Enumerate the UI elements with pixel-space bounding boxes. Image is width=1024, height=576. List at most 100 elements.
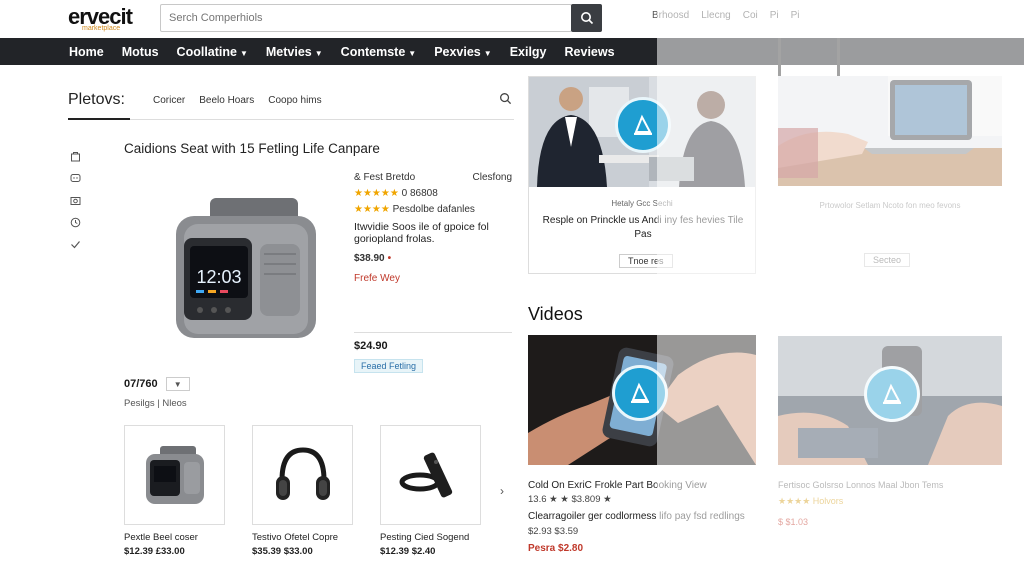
video-sale-price[interactable]: $ $1.03 — [778, 517, 1002, 527]
divider — [354, 332, 512, 333]
product-title: Caidions Seat with 15 Fetling Life Canpa… — [124, 141, 380, 156]
video-thumbnail[interactable] — [778, 336, 1002, 465]
product-shipping-note[interactable]: Frefe Wey — [354, 273, 512, 284]
camera-icon[interactable] — [68, 194, 82, 207]
logo-tagline: marketplace — [82, 25, 121, 32]
quantity-value: 07/760 — [124, 378, 158, 390]
side-toolbar — [68, 150, 82, 251]
cart-icon[interactable] — [68, 150, 82, 163]
related-product-image[interactable] — [124, 425, 225, 525]
top-link-5[interactable]: Pi — [791, 10, 800, 21]
related-products: Pextle Beel coser $12.39 £33.00 Testivo … — [124, 425, 481, 557]
video-info: Cold On ExriC Frokle Part Booking View 1… — [528, 480, 760, 557]
product-screen-text: 12:03 — [196, 267, 241, 287]
section-link-2[interactable]: Beelo Hoars — [199, 95, 254, 106]
article-caption: Prtowolor Setlam Ncoto fon meo fevons — [819, 201, 961, 210]
video-price: $2.93 $3.59 — [528, 526, 579, 537]
video-sale-price[interactable]: Pesra $2.80 — [528, 543, 760, 554]
related-product-card[interactable]: Pextle Beel coser $12.39 £33.00 — [124, 425, 225, 557]
rating-label-2: Pesdolbe dafanles — [392, 204, 475, 215]
videos-title: Videos — [528, 304, 583, 324]
search-button[interactable] — [571, 4, 602, 32]
status-badge[interactable]: Feaed Fetling — [354, 359, 424, 373]
video-thumbnail[interactable] — [528, 335, 756, 465]
quantity-row: 07/760 ▼ — [124, 377, 190, 391]
related-product-image[interactable] — [380, 425, 481, 525]
video-title[interactable]: Fertisoc Golsrso Lonnos Maal Jbon Tems — [778, 480, 1002, 490]
related-product-card[interactable]: Testivo Ofetel Copre $35.39 $33.00 — [252, 425, 353, 557]
related-product-price: $35.39 $33.00 — [252, 546, 313, 557]
related-product-label[interactable]: Testivo Ofetel Copre — [252, 532, 353, 543]
video-rating: ★★★★ Holvors — [778, 496, 844, 506]
play-icon[interactable] — [615, 97, 671, 153]
search-field[interactable] — [160, 4, 572, 32]
top-link-4[interactable]: Pi — [770, 10, 779, 21]
play-icon[interactable] — [864, 366, 920, 422]
video-info: Fertisoc Golsrso Lonnos Maal Jbon Tems ★… — [778, 480, 1002, 527]
section-link-1[interactable]: Coricer — [153, 95, 185, 106]
nav-reviews[interactable]: Reviews — [565, 45, 615, 59]
play-icon[interactable] — [612, 365, 668, 421]
rating-stars: ★★★★★ — [354, 188, 399, 199]
clock-icon[interactable] — [68, 216, 82, 229]
related-product-image[interactable] — [252, 425, 353, 525]
video-title[interactable]: Cold On ExriC Frokle Part Booking View — [528, 480, 760, 491]
related-product-card[interactable]: Pesting Cied Sogend $12.39 $2.40 — [380, 425, 481, 557]
rating-stars-2: ★★★★ — [354, 204, 390, 215]
section-title: Pletovs: — [68, 91, 125, 108]
chevron-right-icon[interactable]: › — [500, 484, 504, 498]
dot-icon: • — [387, 253, 392, 264]
product-image[interactable]: 12:03 — [160, 190, 330, 355]
section-links: Coricer Beelo Hoars Coopo hims — [153, 95, 322, 106]
section-search-button[interactable] — [499, 92, 512, 110]
video-description: Clearragoiler ger codlormess lifo pay fs… — [528, 511, 745, 522]
check-icon[interactable] — [68, 238, 82, 251]
top-link-1[interactable]: Brhoosd — [652, 10, 689, 21]
related-product-price: $12.39 £33.00 — [124, 546, 185, 557]
nav-exilgy[interactable]: Exilgy — [510, 45, 547, 59]
article-card[interactable]: Hetaly Gcc Sechi Resple on Princkle us A… — [528, 76, 756, 274]
search-icon — [500, 93, 512, 105]
video-rating: 13.6 ★ ★ $3.809 ★ — [528, 494, 612, 505]
chat-icon[interactable] — [68, 172, 82, 185]
top-bar: ervecit marketplace Brhoosd Llecng Coi P… — [0, 0, 1024, 38]
article-image[interactable] — [778, 76, 1002, 186]
related-product-price: $12.39 $2.40 — [380, 546, 436, 557]
related-product-label[interactable]: Pesting Cied Sogend — [380, 532, 481, 543]
product-info: & Fest Bretdo Clesfong ★★★★★ 0 86808 ★★★… — [354, 172, 512, 284]
quantity-subtext: Pesilgs | Nleos — [124, 398, 187, 409]
nav-home[interactable]: Home — [69, 45, 104, 59]
search-icon — [580, 12, 593, 25]
product-brand-right: Clesfong — [472, 172, 512, 183]
chevron-down-icon: ▼ — [483, 48, 492, 58]
main-nav: Home Motus Coollatine ▼ Metvies ▼ Contemst… — [0, 38, 1024, 65]
nav-metvies[interactable]: Metvies ▼ — [266, 45, 323, 59]
product-description: Itwvidie Soos ile of gpoice fol goriopla… — [354, 221, 489, 245]
nav-motus[interactable]: Motus — [122, 45, 159, 59]
nav-contemste[interactable]: Contemste ▼ — [341, 45, 417, 59]
article-button[interactable]: Secteo — [864, 253, 911, 267]
quantity-dropdown[interactable]: ▼ — [165, 377, 190, 391]
nav-coollatine[interactable]: Coollatine ▼ — [177, 45, 248, 59]
rating-label: 0 86808 — [401, 188, 438, 199]
top-links: Brhoosd Llecng Coi Pi Pi — [652, 10, 800, 21]
top-link-2[interactable]: Llecng — [701, 10, 730, 21]
product-sale-price: $24.90 — [354, 340, 388, 352]
chevron-down-icon: ▼ — [408, 48, 417, 58]
article-image[interactable] — [529, 77, 755, 187]
article-title[interactable]: Resple on Princkle us Andi iny fes hevie… — [537, 214, 749, 242]
search-input[interactable] — [161, 5, 571, 31]
article-button[interactable]: Tnoe res — [619, 254, 673, 268]
article-card[interactable]: Prtowolor Setlam Ncoto fon meo fevons Se… — [778, 76, 1002, 274]
section-link-3[interactable]: Coopo hims — [268, 95, 321, 106]
related-product-label[interactable]: Pextle Beel coser — [124, 532, 225, 543]
chevron-down-icon: ▼ — [314, 48, 323, 58]
article-caption: Hetaly Gcc Sechi — [611, 199, 673, 208]
nav-pexvies[interactable]: Pexvies ▼ — [434, 45, 492, 59]
top-link-3[interactable]: Coi — [743, 10, 758, 21]
product-brand[interactable]: & Fest Bretdo — [354, 172, 415, 183]
section-title-underline — [68, 118, 130, 120]
section-header: Pletovs: Coricer Beelo Hoars Coopo hims — [68, 88, 514, 120]
chevron-down-icon: ▼ — [239, 48, 248, 58]
product-price: $38.90 — [354, 253, 385, 264]
